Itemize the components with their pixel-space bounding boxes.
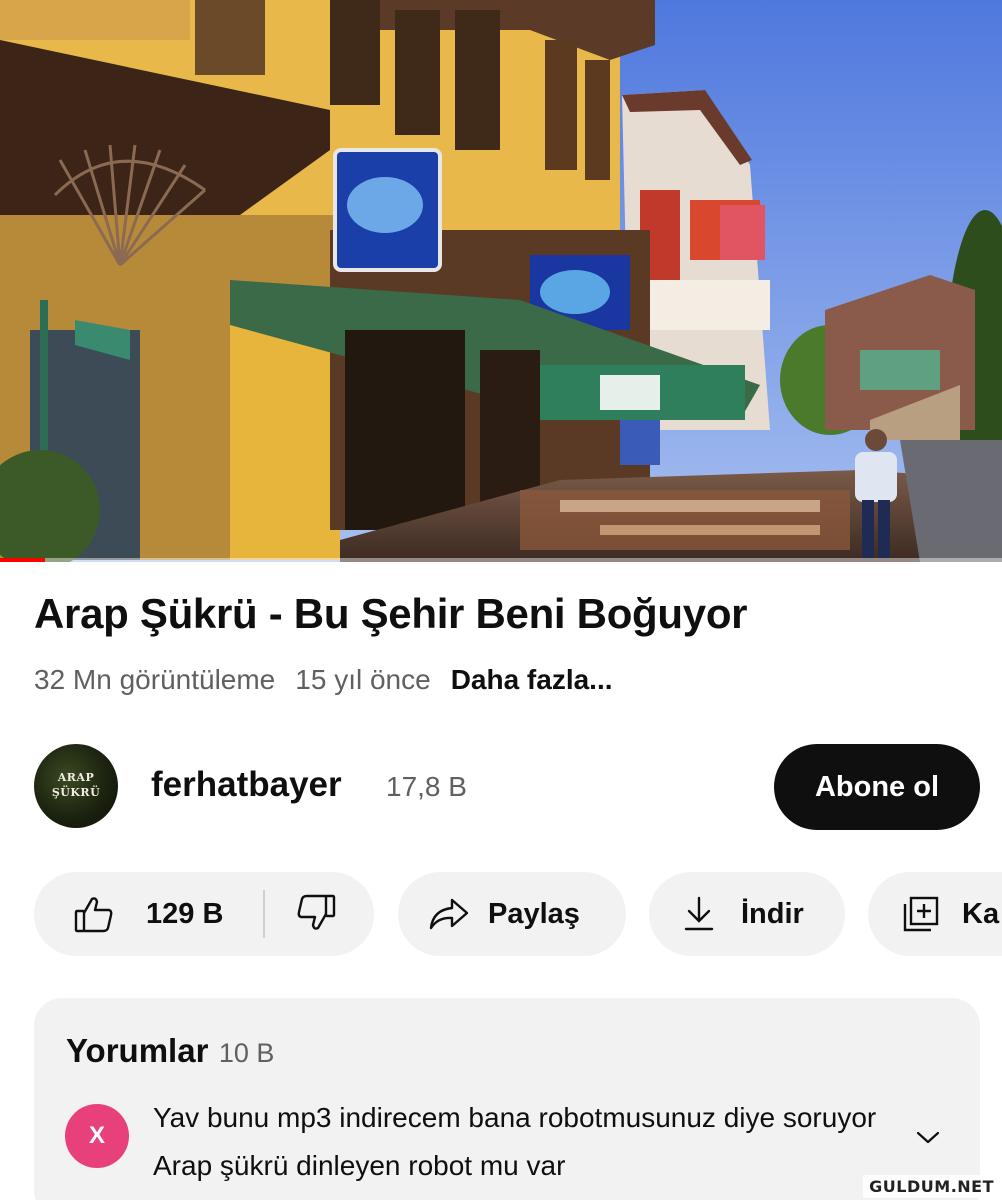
thumbs-up-icon (74, 897, 113, 933)
action-bar: 129 B Paylaş İndir Ka (34, 872, 1002, 956)
commenter-avatar: X (65, 1104, 129, 1168)
share-button[interactable]: Paylaş (398, 872, 626, 956)
video-thumbnail (0, 0, 1002, 562)
like-divider (263, 890, 265, 938)
share-arrow-icon (429, 898, 469, 930)
channel-row: ARAP ŞÜKRÜ ferhatbayer 17,8 B Abone ol (34, 744, 980, 830)
like-dislike-pill: 129 B (34, 872, 374, 956)
download-label: İndir (741, 897, 804, 930)
download-button[interactable]: İndir (649, 872, 845, 956)
save-button[interactable]: Ka (868, 872, 1002, 956)
comments-header: Yorumlar 10 B (66, 1032, 274, 1070)
video-meta[interactable]: 32 Mn görüntüleme 15 yıl önce Daha fazla… (34, 664, 613, 696)
video-title: Arap Şükrü - Bu Şehir Beni Boğuyor (34, 590, 748, 637)
video-progress-bar[interactable] (0, 558, 1002, 562)
avatar-text-line1: ARAP (57, 771, 95, 784)
like-button[interactable]: 129 B (34, 895, 223, 933)
video-progress-fill (0, 558, 46, 562)
top-comment-text: Yav bunu mp3 indirecem bana robotmusunuz… (153, 1102, 877, 1181)
site-watermark: GULDUM.NET (863, 1175, 1000, 1198)
more-link[interactable]: Daha fazla... (451, 664, 613, 696)
share-label: Paylaş (488, 897, 580, 930)
comments-panel[interactable]: Yorumlar 10 B X Yav bunu mp3 indirecem b… (34, 998, 980, 1200)
channel-name[interactable]: ferhatbayer (151, 765, 342, 805)
like-count: 129 B (146, 897, 224, 930)
comments-label: Yorumlar (66, 1032, 209, 1069)
avatar-text-line2: ŞÜKRÜ (51, 786, 101, 799)
subscribe-button[interactable]: Abone ol (774, 744, 980, 830)
channel-avatar[interactable]: ARAP ŞÜKRÜ (34, 744, 118, 828)
chevron-down-icon[interactable] (914, 1128, 942, 1146)
video-player[interactable] (0, 0, 1002, 562)
comments-count: 10 B (218, 1038, 275, 1068)
dislike-button[interactable] (296, 894, 336, 940)
upload-age: 15 yıl önce (295, 664, 431, 695)
download-icon (684, 896, 714, 931)
thumbs-down-icon (297, 894, 336, 930)
add-to-playlist-icon (903, 896, 939, 932)
save-label: Ka (962, 897, 1000, 930)
view-count: 32 Mn görüntüleme (34, 664, 276, 695)
subscriber-count: 17,8 B (386, 771, 467, 802)
